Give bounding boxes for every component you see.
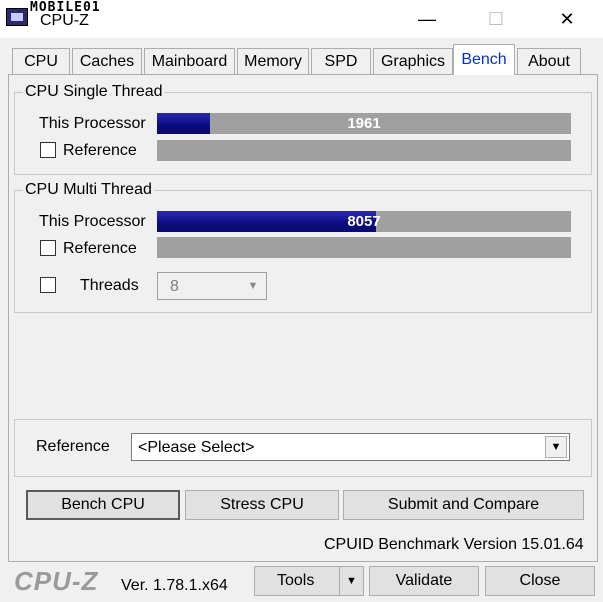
- chevron-down-icon[interactable]: ▼: [339, 567, 363, 595]
- maximize-button[interactable]: ☐: [476, 4, 516, 34]
- chevron-down-icon: ▼: [247, 280, 259, 292]
- tab-caches[interactable]: Caches: [72, 48, 142, 74]
- app-version: Ver. 1.78.1.x64: [121, 577, 228, 594]
- multi-reference-bar: [157, 237, 571, 258]
- tab-cpu[interactable]: CPU: [12, 48, 70, 74]
- bench-panel: CPU Single Thread This Processor 1961 Re…: [8, 74, 598, 562]
- tab-strip: CPU Caches Mainboard Memory SPD Graphics…: [8, 44, 598, 75]
- close-button[interactable]: Close: [485, 566, 595, 596]
- single-reference-checkbox[interactable]: [40, 142, 56, 158]
- single-reference-label: Reference: [63, 142, 137, 159]
- multi-thread-title: CPU Multi Thread: [25, 181, 152, 198]
- minimize-icon: —: [418, 8, 436, 29]
- multi-thread-score: 8057: [347, 213, 381, 230]
- multi-this-processor-label: This Processor: [39, 213, 146, 230]
- threads-select[interactable]: 8 ▼: [157, 272, 267, 300]
- tools-button[interactable]: Tools ▼: [254, 566, 364, 596]
- threads-checkbox[interactable]: [40, 277, 56, 293]
- single-thread-score: 1961: [347, 115, 381, 132]
- single-this-processor-label: This Processor: [39, 115, 146, 132]
- submit-compare-button[interactable]: Submit and Compare: [343, 490, 584, 520]
- multi-thread-score-bar: 8057: [157, 211, 571, 232]
- tab-about[interactable]: About: [517, 48, 581, 74]
- single-reference-bar: [157, 140, 571, 161]
- single-thread-title: CPU Single Thread: [25, 83, 163, 100]
- benchmark-version: CPUID Benchmark Version 15.01.64: [324, 536, 584, 553]
- close-window-button[interactable]: ✕: [547, 4, 587, 34]
- reference-select-value: <Please Select>: [138, 439, 255, 456]
- title-bar: MOBILE01 CPU-Z — ☐ ✕: [0, 0, 603, 38]
- bench-cpu-button[interactable]: Bench CPU: [26, 490, 180, 520]
- tab-memory[interactable]: Memory: [237, 48, 309, 74]
- close-icon: ✕: [559, 8, 575, 29]
- minimize-button[interactable]: —: [407, 4, 447, 34]
- tab-spd[interactable]: SPD: [311, 48, 371, 74]
- window-title: CPU-Z: [40, 12, 89, 29]
- threads-label: Threads: [80, 277, 139, 294]
- tab-graphics[interactable]: Graphics: [373, 48, 453, 74]
- multi-reference-checkbox[interactable]: [40, 240, 56, 256]
- threads-value: 8: [170, 278, 179, 295]
- chevron-down-icon[interactable]: ▼: [545, 436, 567, 458]
- cpu-z-app-icon[interactable]: [6, 8, 28, 26]
- maximize-icon: ☐: [487, 8, 505, 29]
- tab-bench[interactable]: Bench: [453, 44, 515, 75]
- cpu-z-logo: CPU-Z: [14, 566, 99, 596]
- validate-button[interactable]: Validate: [369, 566, 479, 596]
- single-thread-score-bar: 1961: [157, 113, 571, 134]
- reference-select[interactable]: <Please Select> ▼: [131, 433, 570, 461]
- tab-mainboard[interactable]: Mainboard: [144, 48, 235, 74]
- tools-label: Tools: [277, 572, 315, 589]
- stress-cpu-button[interactable]: Stress CPU: [185, 490, 339, 520]
- reference-select-label: Reference: [36, 438, 110, 455]
- multi-reference-label: Reference: [63, 240, 137, 257]
